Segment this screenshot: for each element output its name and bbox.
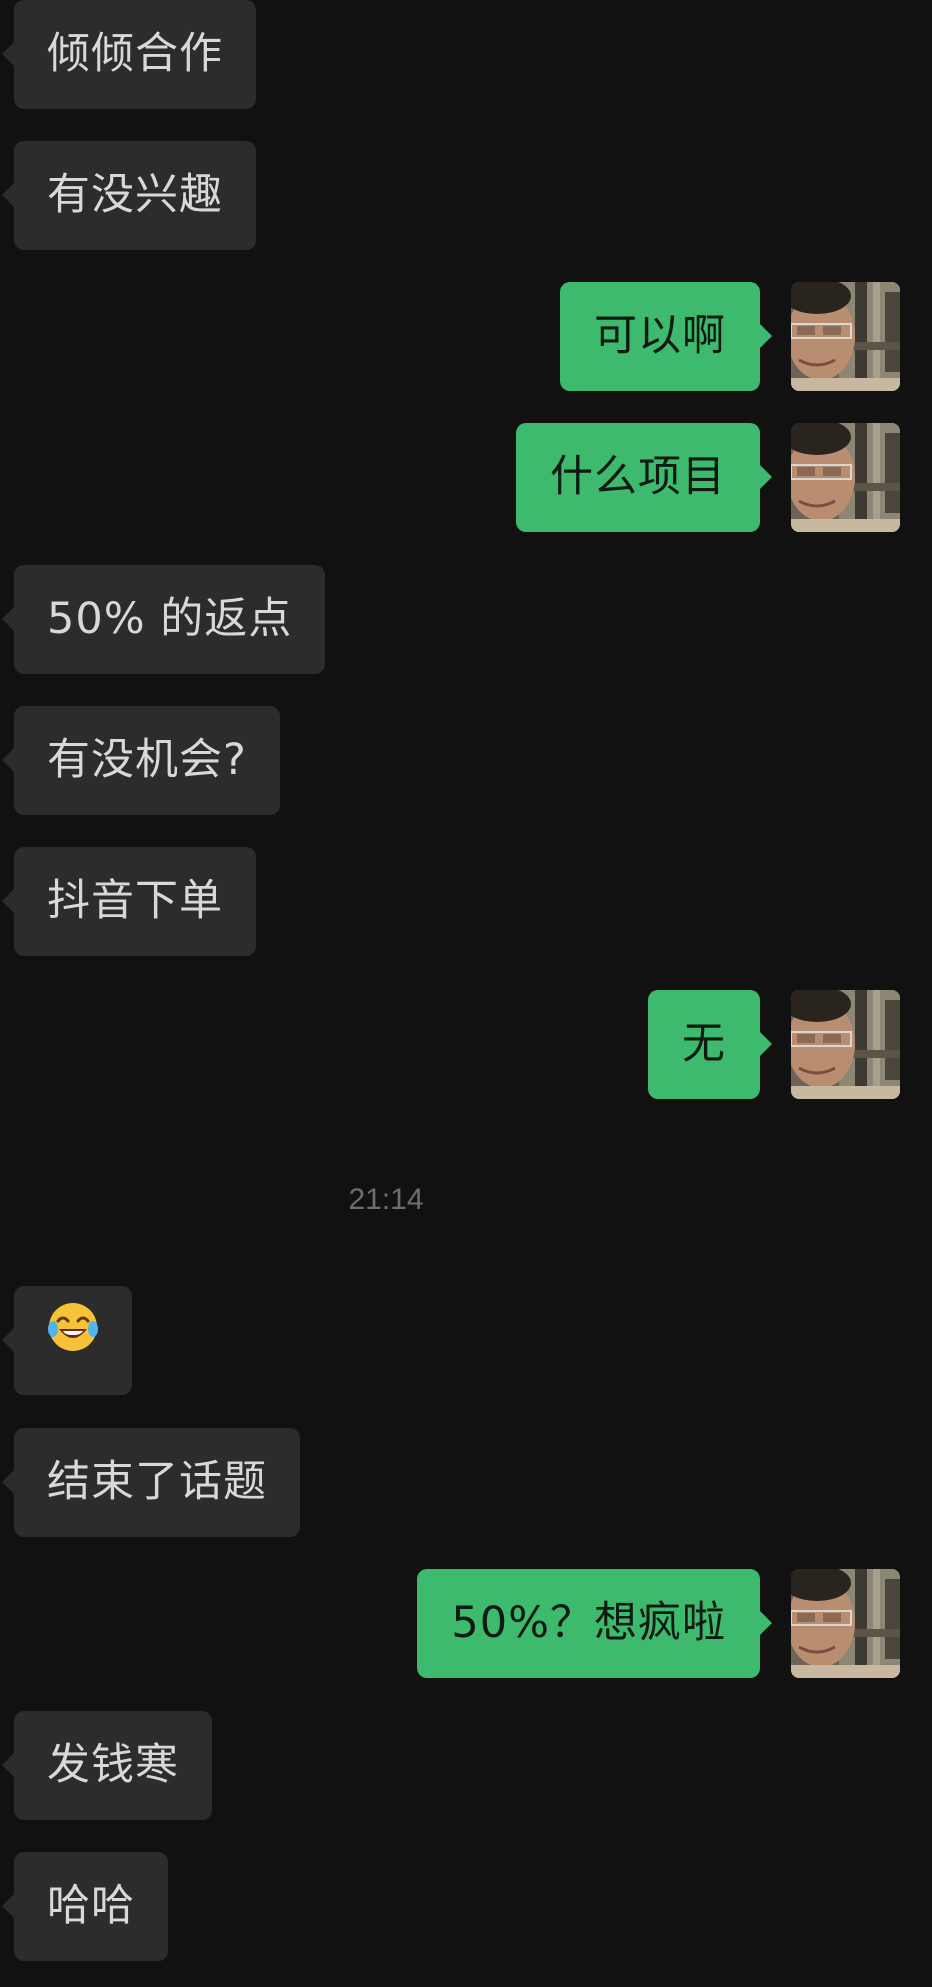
- message-bubble-incoming[interactable]: 倾倾合作: [2, 0, 256, 109]
- message-text: 无: [682, 1019, 726, 1069]
- message-timestamp: 21:14: [348, 1183, 424, 1216]
- message-bubble-outgoing[interactable]: 可以啊: [560, 282, 772, 391]
- avatar-photo: [791, 423, 900, 532]
- message-bubble-incoming[interactable]: 有没兴趣: [2, 141, 256, 250]
- message-text: 有没机会?: [47, 735, 247, 785]
- message-bubble-incoming[interactable]: 发钱寒: [2, 1711, 212, 1820]
- avatar-photo: [791, 1569, 900, 1678]
- message-text: 发钱寒: [47, 1740, 179, 1790]
- message-text: 50%？想疯啦: [451, 1598, 726, 1648]
- user-avatar-icon[interactable]: [791, 990, 900, 1099]
- message-bubble-outgoing[interactable]: 无: [648, 990, 772, 1099]
- avatar-photo: [791, 990, 900, 1099]
- message-bubble-incoming[interactable]: 50% 的返点: [1, 565, 326, 674]
- message-text: 抖音下单: [47, 876, 223, 926]
- message-bubble-incoming[interactable]: 抖音下单: [2, 847, 256, 956]
- message-bubble-outgoing[interactable]: 50%？想疯啦: [417, 1569, 772, 1678]
- message-bubble-incoming[interactable]: 哈哈: [2, 1852, 168, 1961]
- user-avatar-icon[interactable]: [791, 423, 900, 532]
- user-avatar-icon[interactable]: [791, 282, 900, 391]
- message-text: 倾倾合作: [47, 29, 223, 79]
- user-avatar-icon[interactable]: [791, 1569, 900, 1678]
- avatar-photo: [791, 282, 900, 391]
- message-text: 可以啊: [594, 311, 726, 361]
- message-text: 有没兴趣: [47, 170, 223, 220]
- message-bubble-incoming[interactable]: [2, 1285, 132, 1395]
- message-bubble-incoming[interactable]: 有没机会?: [2, 706, 280, 815]
- message-text: 哈哈: [47, 1881, 135, 1931]
- message-bubble-outgoing[interactable]: 什么项目: [516, 423, 772, 532]
- chat-thread: 倾倾合作 有没兴趣 可以啊 什么项目 50% 的返点 有没机会? 抖音下单 无 …: [0, 0, 932, 1987]
- message-text: 50% 的返点: [47, 594, 293, 644]
- tears-of-joy-emoji-icon: [47, 1285, 99, 1394]
- message-text: 结束了话题: [47, 1457, 267, 1507]
- message-text: 什么项目: [550, 452, 726, 502]
- message-bubble-incoming[interactable]: 结束了话题: [2, 1428, 300, 1537]
